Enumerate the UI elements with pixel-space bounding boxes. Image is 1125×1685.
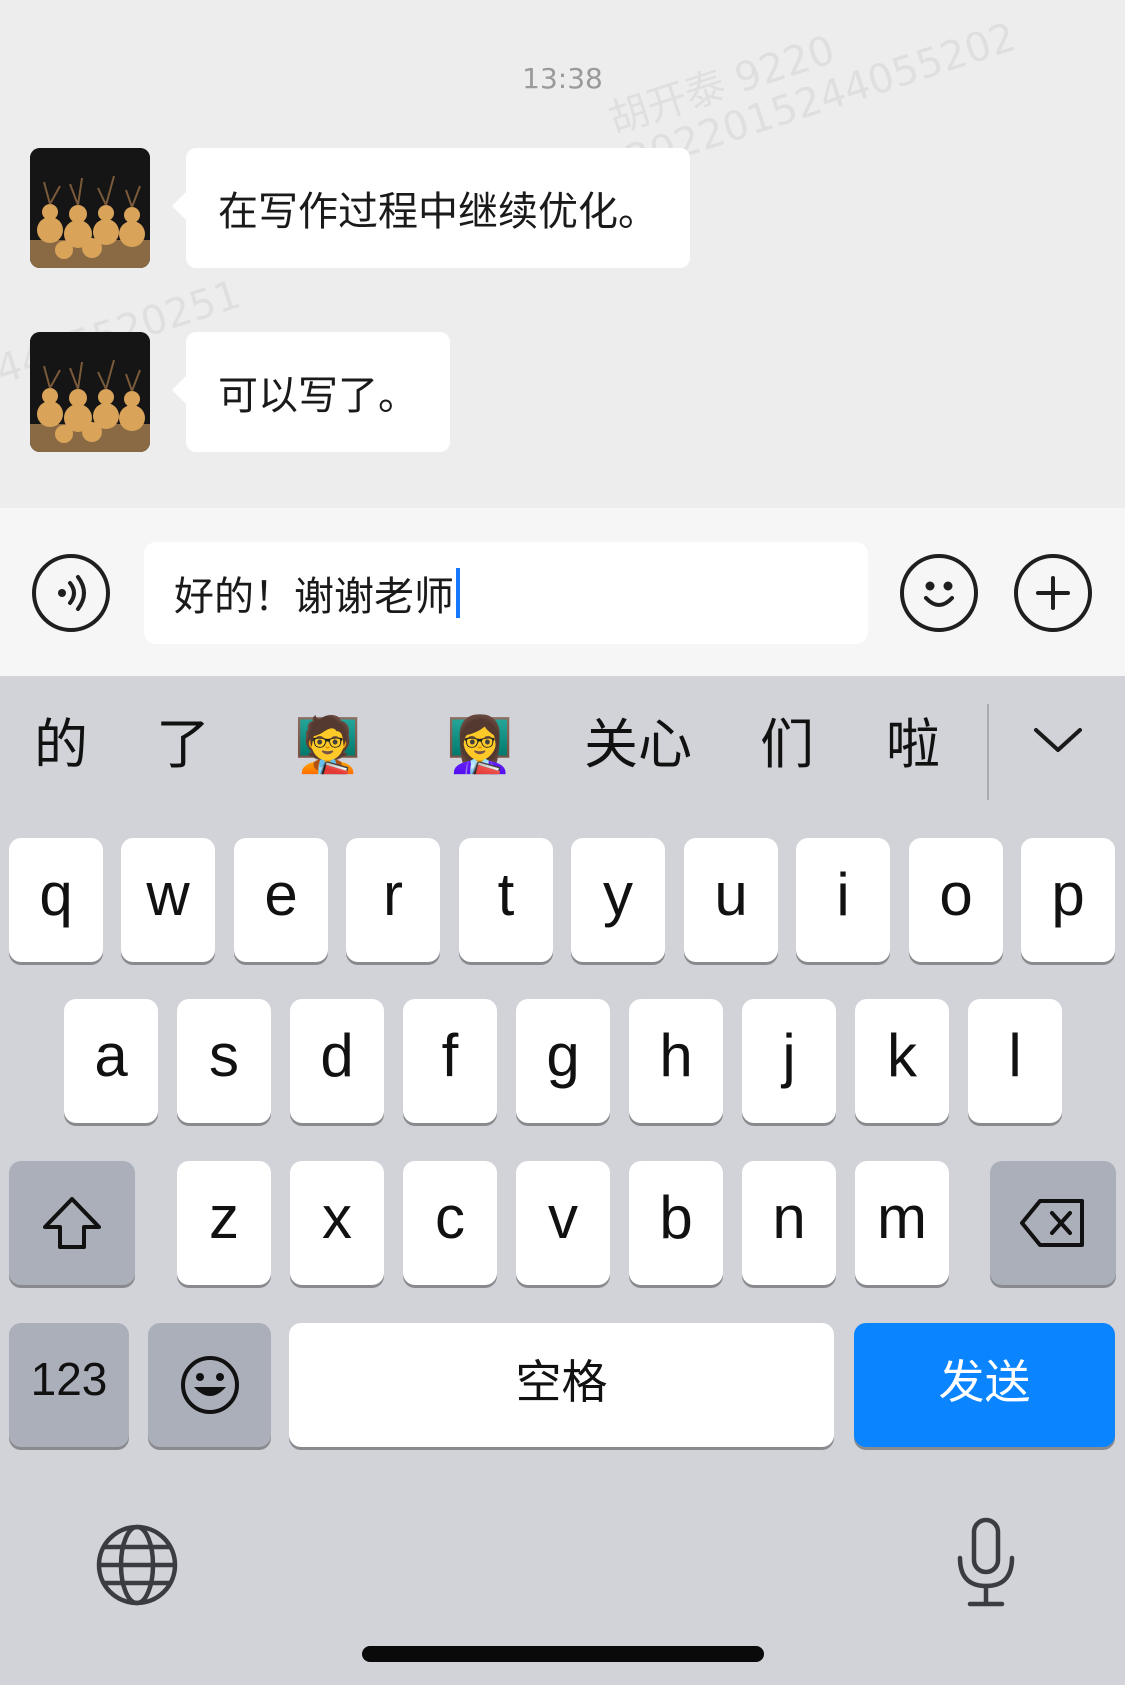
message-input[interactable]: 好的！谢谢老师 xyxy=(144,542,868,644)
candidate-item[interactable]: 们 xyxy=(760,710,814,780)
key-a[interactable]: a xyxy=(64,999,158,1123)
message-input-text: 好的！谢谢老师 xyxy=(174,574,454,620)
candidate-bar: 的 了 🧑‍🏫 👩‍🏫 关心 们 啦 xyxy=(0,676,1125,806)
key-j[interactable]: j xyxy=(742,999,836,1123)
globe-button[interactable] xyxy=(94,1522,180,1608)
candidate-item[interactable]: 🧑‍🏫 xyxy=(294,710,361,780)
emoji-face-icon xyxy=(180,1356,239,1414)
key-y[interactable]: y xyxy=(571,838,665,962)
message-bubble[interactable]: 可以写了。 xyxy=(172,332,450,452)
send-key[interactable]: 发送 xyxy=(854,1323,1115,1447)
message-bubble[interactable]: 在写作过程中继续优化。 xyxy=(172,148,690,268)
candidate-divider xyxy=(987,704,989,800)
key-w[interactable]: w xyxy=(121,838,215,962)
more-button[interactable] xyxy=(1014,554,1092,632)
voice-icon xyxy=(58,575,86,611)
backspace-key[interactable] xyxy=(990,1161,1116,1285)
gourd-avatar-image xyxy=(30,148,150,268)
key-p[interactable]: p xyxy=(1021,838,1115,962)
expand-candidates-button[interactable] xyxy=(1028,710,1088,770)
text-caret xyxy=(456,568,460,618)
key-z[interactable]: z xyxy=(177,1161,271,1285)
voice-button[interactable] xyxy=(32,554,110,632)
key-e[interactable]: e xyxy=(234,838,328,962)
key-m[interactable]: m xyxy=(855,1161,949,1285)
key-q[interactable]: q xyxy=(9,838,103,962)
key-g[interactable]: g xyxy=(516,999,610,1123)
microphone-icon xyxy=(957,1517,1015,1607)
key-o[interactable]: o xyxy=(909,838,1003,962)
key-k[interactable]: k xyxy=(855,999,949,1123)
key-d[interactable]: d xyxy=(290,999,384,1123)
message-row: 可以写了。 xyxy=(30,332,450,452)
dictation-button[interactable] xyxy=(954,1516,1018,1610)
gourd-avatar-image xyxy=(30,332,150,452)
candidate-item[interactable]: 关心 xyxy=(584,710,692,780)
key-r[interactable]: r xyxy=(346,838,440,962)
home-indicator xyxy=(362,1646,764,1662)
input-bar: 好的！谢谢老师 xyxy=(0,508,1125,676)
globe-icon xyxy=(96,1524,178,1606)
numbers-key[interactable]: 123 xyxy=(9,1323,129,1447)
key-s[interactable]: s xyxy=(177,999,271,1123)
candidate-item[interactable]: 的 xyxy=(34,710,88,780)
emoji-button[interactable] xyxy=(900,554,978,632)
avatar[interactable] xyxy=(30,148,150,268)
key-n[interactable]: n xyxy=(742,1161,836,1285)
emoji-key[interactable] xyxy=(148,1323,271,1447)
space-key[interactable]: 空格 xyxy=(289,1323,834,1447)
chat-area: 胡开泰 9220 2022015244055202 4405520251 13:… xyxy=(0,0,1125,508)
key-l[interactable]: l xyxy=(968,999,1062,1123)
message-row: 在写作过程中继续优化。 xyxy=(30,148,690,268)
avatar[interactable] xyxy=(30,332,150,452)
key-v[interactable]: v xyxy=(516,1161,610,1285)
smiley-icon xyxy=(924,581,954,607)
candidate-item[interactable]: 了 xyxy=(156,710,210,780)
candidate-item[interactable]: 啦 xyxy=(886,710,940,780)
key-i[interactable]: i xyxy=(796,838,890,962)
key-u[interactable]: u xyxy=(684,838,778,962)
backspace-icon xyxy=(1020,1199,1084,1247)
candidate-item[interactable]: 👩‍🏫 xyxy=(446,710,513,780)
key-b[interactable]: b xyxy=(629,1161,723,1285)
shift-key[interactable] xyxy=(9,1161,135,1285)
key-t[interactable]: t xyxy=(459,838,553,962)
key-c[interactable]: c xyxy=(403,1161,497,1285)
shift-icon xyxy=(43,1197,101,1249)
key-f[interactable]: f xyxy=(403,999,497,1123)
chevron-down-icon xyxy=(1034,728,1082,752)
key-x[interactable]: x xyxy=(290,1161,384,1285)
plus-icon xyxy=(1036,576,1070,610)
message-timestamp: 13:38 xyxy=(522,62,603,95)
key-h[interactable]: h xyxy=(629,999,723,1123)
